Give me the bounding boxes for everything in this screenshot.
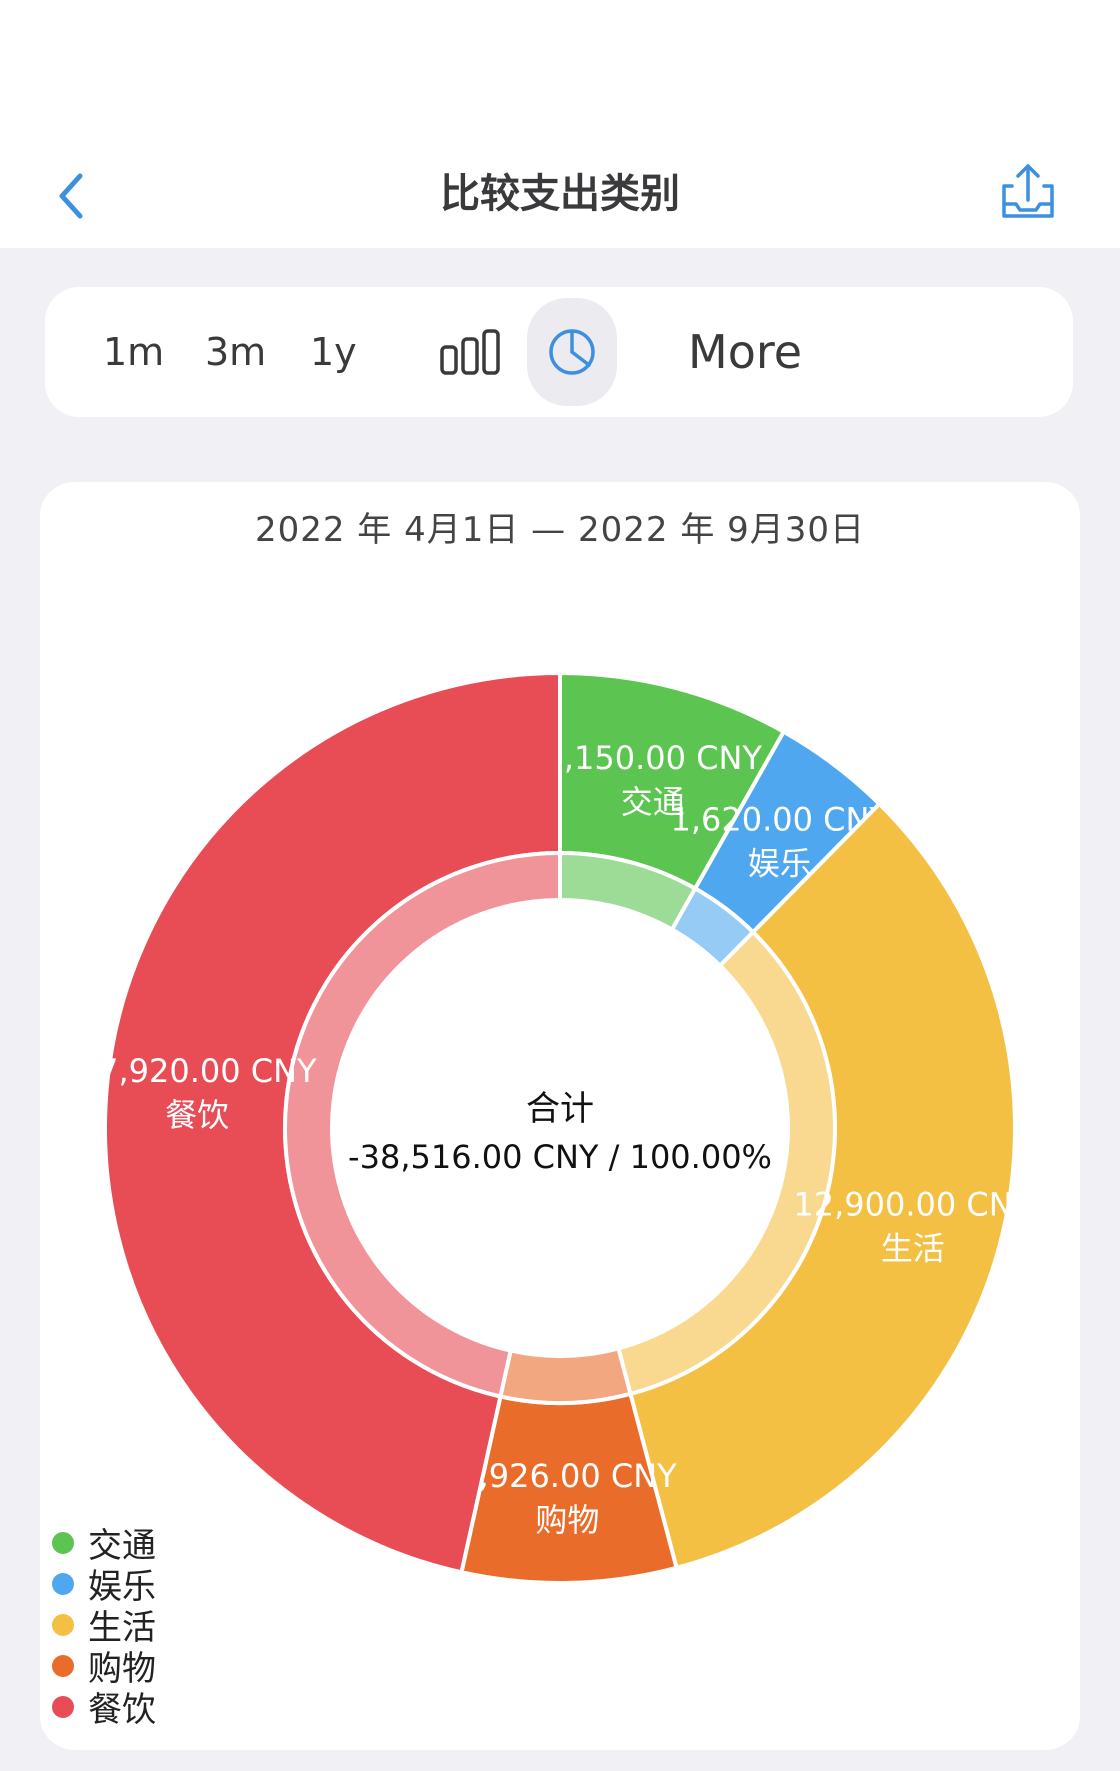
- legend-swatch: [52, 1654, 74, 1677]
- slice-value-label: 3,150.00 CNY: [544, 739, 763, 777]
- legend-item[interactable]: 餐饮: [52, 1686, 156, 1730]
- slice-category-label: 购物: [535, 1501, 599, 1539]
- pie-chart-button[interactable]: [527, 298, 617, 406]
- legend-item[interactable]: 购物: [52, 1645, 156, 1689]
- legend-item[interactable]: 交通: [52, 1522, 156, 1566]
- legend-item[interactable]: 娱乐: [52, 1563, 156, 1607]
- legend-swatch: [52, 1572, 74, 1595]
- range-1y-tab[interactable]: 1y: [310, 287, 357, 417]
- donut-chart: 3,150.00 CNY交通1,620.00 CNY娱乐12,900.00 CN…: [78, 670, 1033, 1585]
- bar-chart-icon: [440, 329, 500, 375]
- slice-value-label: 2,926.00 CNY: [458, 1457, 677, 1495]
- slice-category-label: 餐饮: [165, 1096, 229, 1134]
- pie-chart-icon: [549, 329, 595, 375]
- legend-swatch: [52, 1613, 74, 1636]
- slice-category-label: 生活: [881, 1230, 945, 1268]
- legend-item[interactable]: 生活: [52, 1604, 156, 1648]
- legend-swatch: [52, 1695, 74, 1718]
- more-button[interactable]: More: [688, 287, 802, 417]
- legend-label: 餐饮: [88, 1690, 156, 1730]
- chart-legend: 交通 娱乐 生活 购物 餐饮: [52, 1522, 156, 1730]
- share-tray-icon: [1002, 164, 1054, 218]
- center-total-value: -38,516.00 CNY / 100.00%: [348, 1138, 772, 1176]
- page-title: 比较支出类别: [440, 171, 680, 217]
- center-total-label: 合计: [526, 1089, 594, 1129]
- chart-card: 2022 年 4月1日 — 2022 年 9月30日 3,150.00 CNY 交…: [40, 482, 1080, 1750]
- slice-shopping-inner-ring: [498, 1345, 633, 1405]
- bar-chart-button[interactable]: [438, 327, 502, 377]
- navigation-bar: 比较支出类别: [0, 0, 1120, 248]
- slice-category-label: 娱乐: [748, 845, 812, 883]
- range-1m-tab[interactable]: 1m: [103, 287, 164, 417]
- slice-value-label: 12,900.00 CNY: [793, 1186, 1032, 1224]
- share-button[interactable]: [996, 160, 1060, 224]
- range-3m-tab[interactable]: 3m: [205, 287, 266, 417]
- legend-swatch: [52, 1531, 74, 1554]
- slice-value-label: 17,920.00 CNY: [78, 1052, 317, 1090]
